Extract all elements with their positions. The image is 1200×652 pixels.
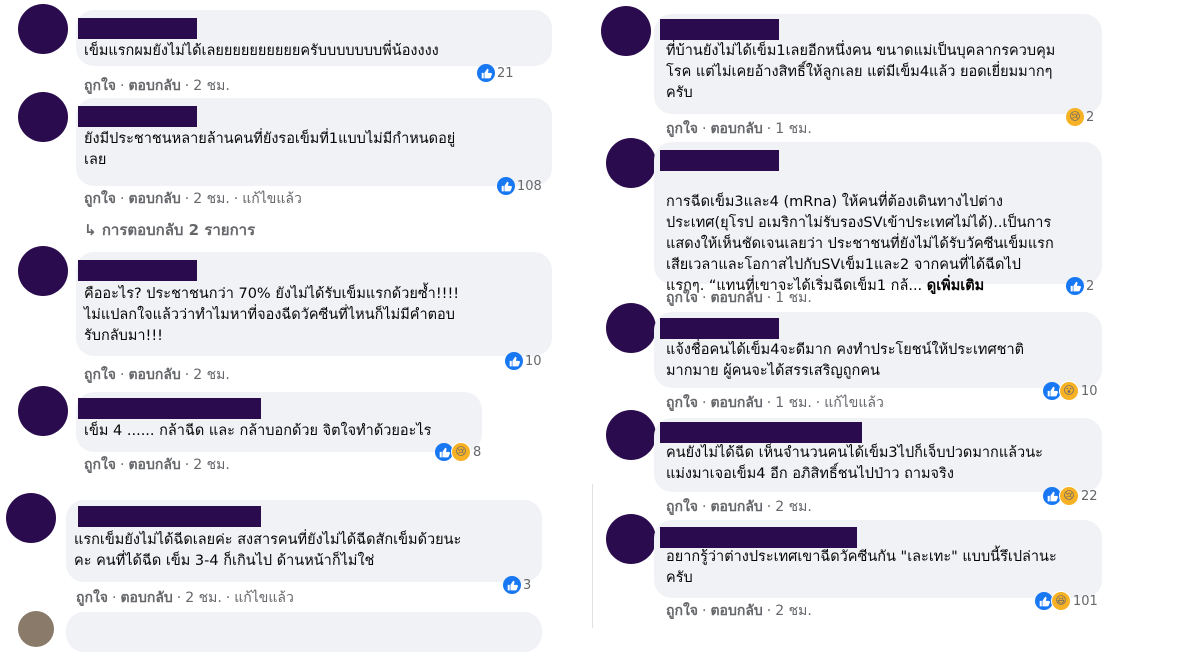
comment-actions: ถูกใจ · ตอบกลับ · 1 ชม. [666,290,812,306]
comment-text: ที่บ้านยังไม่ได้เข็ม1เลยอีกหนึ่งคน ขนาดแ… [666,43,1056,101]
comment-text: แจ้งชื่อคนได้เข็ม4จะดีมาก คงทำประโยชน์ให… [666,342,1025,379]
reaction-count[interactable]: 108 [497,176,542,196]
reaction-count[interactable]: 3 [503,575,531,595]
avatar[interactable] [606,138,656,188]
redacted-author-name[interactable] [78,260,197,281]
reply-arrow-icon: ↳ [84,221,97,239]
avatar[interactable] [18,611,54,647]
timestamp[interactable]: 2 ชม. [193,78,230,94]
reaction-count[interactable]: 21 [477,63,514,83]
reaction-count[interactable]: 😢 2 [1066,107,1094,127]
redacted-author-name[interactable] [78,398,261,419]
avatar[interactable] [606,410,656,460]
comment-text: อยากรู้ว่าต่างประเทศเขาฉีดวัคซีนกัน "เละ… [666,549,1057,586]
like-link[interactable]: ถูกใจ [84,457,116,473]
timestamp[interactable]: 2 ชม. [193,367,230,383]
reply-link[interactable]: ตอบกลับ [710,290,762,306]
redacted-author-name[interactable] [660,150,779,171]
redacted-author-name[interactable] [78,106,197,127]
like-link[interactable]: ถูกใจ [666,603,698,619]
sad-face-icon: 😢 [451,442,471,462]
comment-text: การฉีดเข็ม3และ4 (mRna) ให้คนที่ต้องเดินท… [666,194,1054,294]
comment-text: แรกเข็มยังไม่ได้ฉีดเลยค่ะ สงสารคนที่ยังไ… [74,532,462,569]
like-icon [477,64,495,82]
haha-face-icon: 😆 [1051,591,1071,611]
comment-actions: ถูกใจ · ตอบกลับ · 2 ชม. · แก้ไขแล้ว [84,191,302,207]
comment-actions: ถูกใจ · ตอบกลับ · 2 ชม. [84,457,230,473]
reaction-count[interactable]: 😢 8 [435,442,481,462]
avatar[interactable] [6,493,56,543]
reply-link[interactable]: ตอบกลับ [128,191,180,207]
comment-actions: ถูกใจ · ตอบกลับ · 2 ชม. · แก้ไขแล้ว [76,590,294,606]
avatar[interactable] [601,6,651,56]
like-icon [1066,277,1084,295]
edited-label[interactable]: แก้ไขแล้ว [234,590,294,606]
comment-text: คืออะไร? ประชาชนกว่า 70% ยังไม่ได้รับเข็… [84,286,460,344]
avatar[interactable] [18,92,68,142]
like-icon [503,576,521,594]
column-divider [592,484,593,628]
edited-label[interactable]: แก้ไขแล้ว [242,191,302,207]
avatar[interactable] [18,386,68,436]
comment-actions: ถูกใจ · ตอบกลับ · 1 ชม. · แก้ไขแล้ว [666,395,884,411]
timestamp[interactable]: 2 ชม. [193,191,230,207]
reply-link[interactable]: ตอบกลับ [128,457,180,473]
like-link[interactable]: ถูกใจ [666,121,698,137]
sad-face-icon: 😢 [1066,108,1084,126]
timestamp[interactable]: 2 ชม. [185,590,222,606]
avatar[interactable] [606,303,656,353]
reply-link[interactable]: ตอบกลับ [710,395,762,411]
like-icon [497,177,515,195]
like-link[interactable]: ถูกใจ [666,499,698,515]
like-icon [505,352,523,370]
reaction-count[interactable]: 2 [1066,276,1094,296]
comment-actions: ถูกใจ · ตอบกลับ · 2 ชม. [666,499,812,515]
timestamp[interactable]: 2 ชม. [775,603,812,619]
avatar[interactable] [18,4,68,54]
timestamp[interactable]: 1 ชม. [775,121,812,137]
view-replies-link[interactable]: ↳ การตอบกลับ 2 รายการ [84,218,255,242]
redacted-author-name[interactable] [660,527,857,548]
redacted-author-name[interactable] [78,18,197,39]
sad-face-icon: 😢 [1059,486,1079,506]
avatar[interactable] [18,246,68,296]
reply-link[interactable]: ตอบกลับ [128,78,180,94]
redacted-author-name[interactable] [660,19,779,40]
comment-text: เข็ม 4 ...... กล้าฉีด และ กล้าบอกด้วย จิ… [84,423,432,439]
reaction-count[interactable]: 10 [505,351,542,371]
see-more-link[interactable]: ดูเพิ่มเติม [927,278,984,294]
redacted-author-name[interactable] [660,422,862,443]
redacted-author-name[interactable] [78,506,261,527]
comment-text: เข็มแรกผมยังไม่ได้เลยยยยยยยยยยครับบบบบบบ… [84,43,439,59]
edited-label[interactable]: แก้ไขแล้ว [824,395,884,411]
reaction-count[interactable]: 😢 22 [1043,486,1098,506]
like-link[interactable]: ถูกใจ [666,395,698,411]
like-link[interactable]: ถูกใจ [84,78,116,94]
reply-link[interactable]: ตอบกลับ [710,603,762,619]
timestamp[interactable]: 2 ชม. [775,499,812,515]
reply-link[interactable]: ตอบกลับ [128,367,180,383]
comment-text: ยังมีประชาชนหลายล้านคนที่ยังรอเข็มที่1แบ… [84,131,456,168]
timestamp[interactable]: 1 ชม. [775,395,812,411]
like-link[interactable]: ถูกใจ [84,367,116,383]
reaction-count[interactable]: 😆 101 [1035,591,1098,611]
like-link[interactable]: ถูกใจ [666,290,698,306]
redacted-author-name[interactable] [660,318,779,339]
reply-link[interactable]: ตอบกลับ [710,499,762,515]
comment-actions: ถูกใจ · ตอบกลับ · 1 ชม. [666,121,812,137]
comment-actions: ถูกใจ · ตอบกลับ · 2 ชม. [666,603,812,619]
timestamp[interactable]: 2 ชม. [193,457,230,473]
like-link[interactable]: ถูกใจ [76,590,108,606]
timestamp[interactable]: 1 ชม. [775,290,812,306]
avatar[interactable] [606,514,656,564]
like-link[interactable]: ถูกใจ [84,191,116,207]
comment-actions: ถูกใจ · ตอบกลับ · 2 ชม. [84,78,230,94]
comment-bubble [66,612,542,652]
comment-actions: ถูกใจ · ตอบกลับ · 2 ชม. [84,367,230,383]
reply-link[interactable]: ตอบกลับ [120,590,172,606]
reply-link[interactable]: ตอบกลับ [710,121,762,137]
reaction-count[interactable]: 😮 10 [1043,381,1098,401]
comment-text: คนยังไม่ได้ฉีด เห็นจำนวนคนได้เข็ม3ไปก็เจ… [666,445,1043,482]
wow-face-icon: 😮 [1059,381,1079,401]
